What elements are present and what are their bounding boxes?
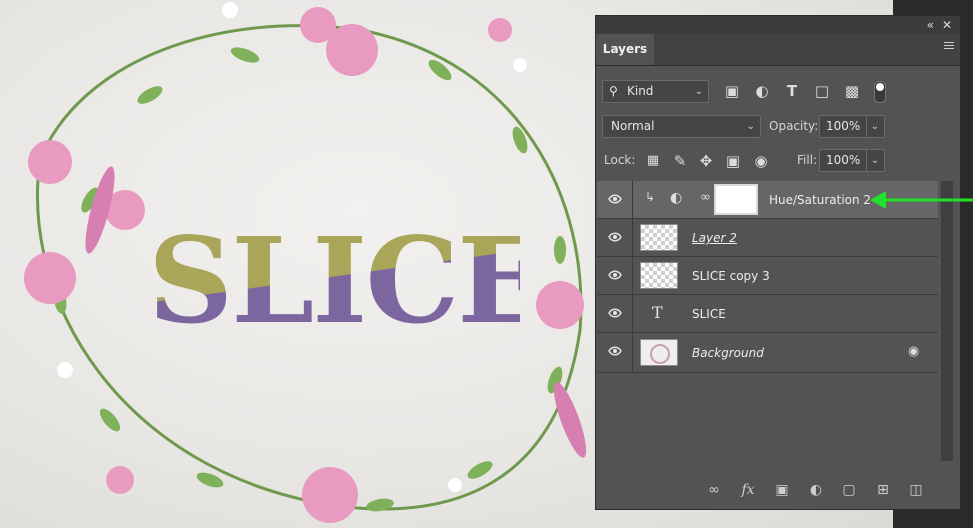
new-layer-icon[interactable]: ⊞ [873,480,893,500]
search-icon: ⚲ [609,84,618,98]
layer-row-slice-copy-3[interactable]: SLICE copy 3 [597,257,938,295]
visibility-toggle[interactable] [597,181,633,219]
filter-type-icon[interactable]: T [782,81,802,101]
eye-icon [608,232,622,242]
layers-bottom-toolbar: ∞ fx ▣ ◐ ▢ ⊞ ◫ [596,470,960,510]
add-mask-icon[interactable]: ▣ [772,480,792,500]
slice-text-artwork: SLICE [148,211,547,350]
layers-scrollbar[interactable] [941,181,953,461]
lock-icon: ◉ [908,344,920,359]
eye-icon [608,270,622,280]
lock-artboard-icon[interactable]: ▣ [723,151,743,171]
layers-panel: « ✕ Layers ⚲ Kind ⌄ ▣ ◐ T □ ▩ Normal ⌄ O… [595,15,961,510]
eye-icon [608,194,622,204]
blend-mode-select[interactable]: Normal ⌄ [602,115,761,138]
close-panel-icon[interactable]: ✕ [942,17,952,33]
filter-pixel-icon[interactable]: ▣ [722,81,742,101]
lock-row: Lock: ▦ ✎ ✥ ▣ ◉ Fill: 100% ⌄ [596,148,960,172]
layer-thumbnail [640,262,678,289]
chain-link-icon[interactable]: ∞ [700,190,711,205]
lock-all-icon[interactable]: ◉ [751,151,771,171]
layer-row-slice-text[interactable]: T SLICE [597,295,938,333]
visibility-toggle[interactable] [597,295,633,333]
visibility-toggle[interactable] [597,219,633,257]
eye-icon [608,308,622,318]
background-thumbnail [640,339,678,366]
lock-image-pixels-brush-icon[interactable]: ✎ [670,151,690,171]
collapse-panel-icon[interactable]: « [927,17,934,33]
delete-layer-trash-icon[interactable]: ◫ [906,480,926,500]
layer-row-background[interactable]: Background ◉ [597,333,938,373]
adjustment-layer-icon: ◐ [670,190,683,206]
tab-layers[interactable]: Layers [596,34,654,65]
lock-position-move-icon[interactable]: ✥ [696,151,716,171]
link-layers-icon[interactable]: ∞ [704,480,724,500]
chevron-down-icon: ⌄ [746,121,755,132]
opacity-input[interactable]: 100% ⌄ [819,115,885,138]
clipping-mask-arrow-icon: ↳ [645,190,656,204]
panel-title-bar[interactable]: « ✕ [596,16,960,34]
fill-input[interactable]: 100% ⌄ [819,149,885,172]
visibility-toggle[interactable] [597,257,633,295]
filter-adjustment-icon[interactable]: ◐ [752,81,772,101]
filter-kind-select[interactable]: ⚲ Kind ⌄ [602,80,709,103]
filter-smart-object-icon[interactable]: ▩ [842,81,862,101]
layer-mask-thumbnail[interactable] [714,184,758,215]
green-arrow-annotation [870,191,973,209]
layer-row-layer-2[interactable]: Layer 2 [597,219,938,257]
filter-row: ⚲ Kind ⌄ ▣ ◐ T □ ▩ [596,79,960,103]
eye-icon [608,346,622,356]
filter-toggle-switch[interactable] [874,81,886,103]
chevron-down-icon: ⌄ [870,121,879,132]
fx-layer-style-icon[interactable]: fx [738,480,758,500]
filter-shape-icon[interactable]: □ [812,81,832,101]
blend-row: Normal ⌄ Opacity: 100% ⌄ [596,114,960,138]
layer-thumbnail [640,224,678,251]
chevron-down-icon: ⌄ [694,86,703,97]
new-group-folder-icon[interactable]: ▢ [839,480,859,500]
visibility-toggle[interactable] [597,333,633,373]
chevron-down-icon: ⌄ [870,155,879,166]
text-layer-icon: T [652,303,663,322]
lock-transparent-pixels-icon[interactable]: ▦ [643,151,663,171]
new-adjustment-layer-icon[interactable]: ◐ [806,480,826,500]
panel-tab-bar: Layers [596,34,960,66]
panel-menu-icon[interactable] [944,42,954,50]
